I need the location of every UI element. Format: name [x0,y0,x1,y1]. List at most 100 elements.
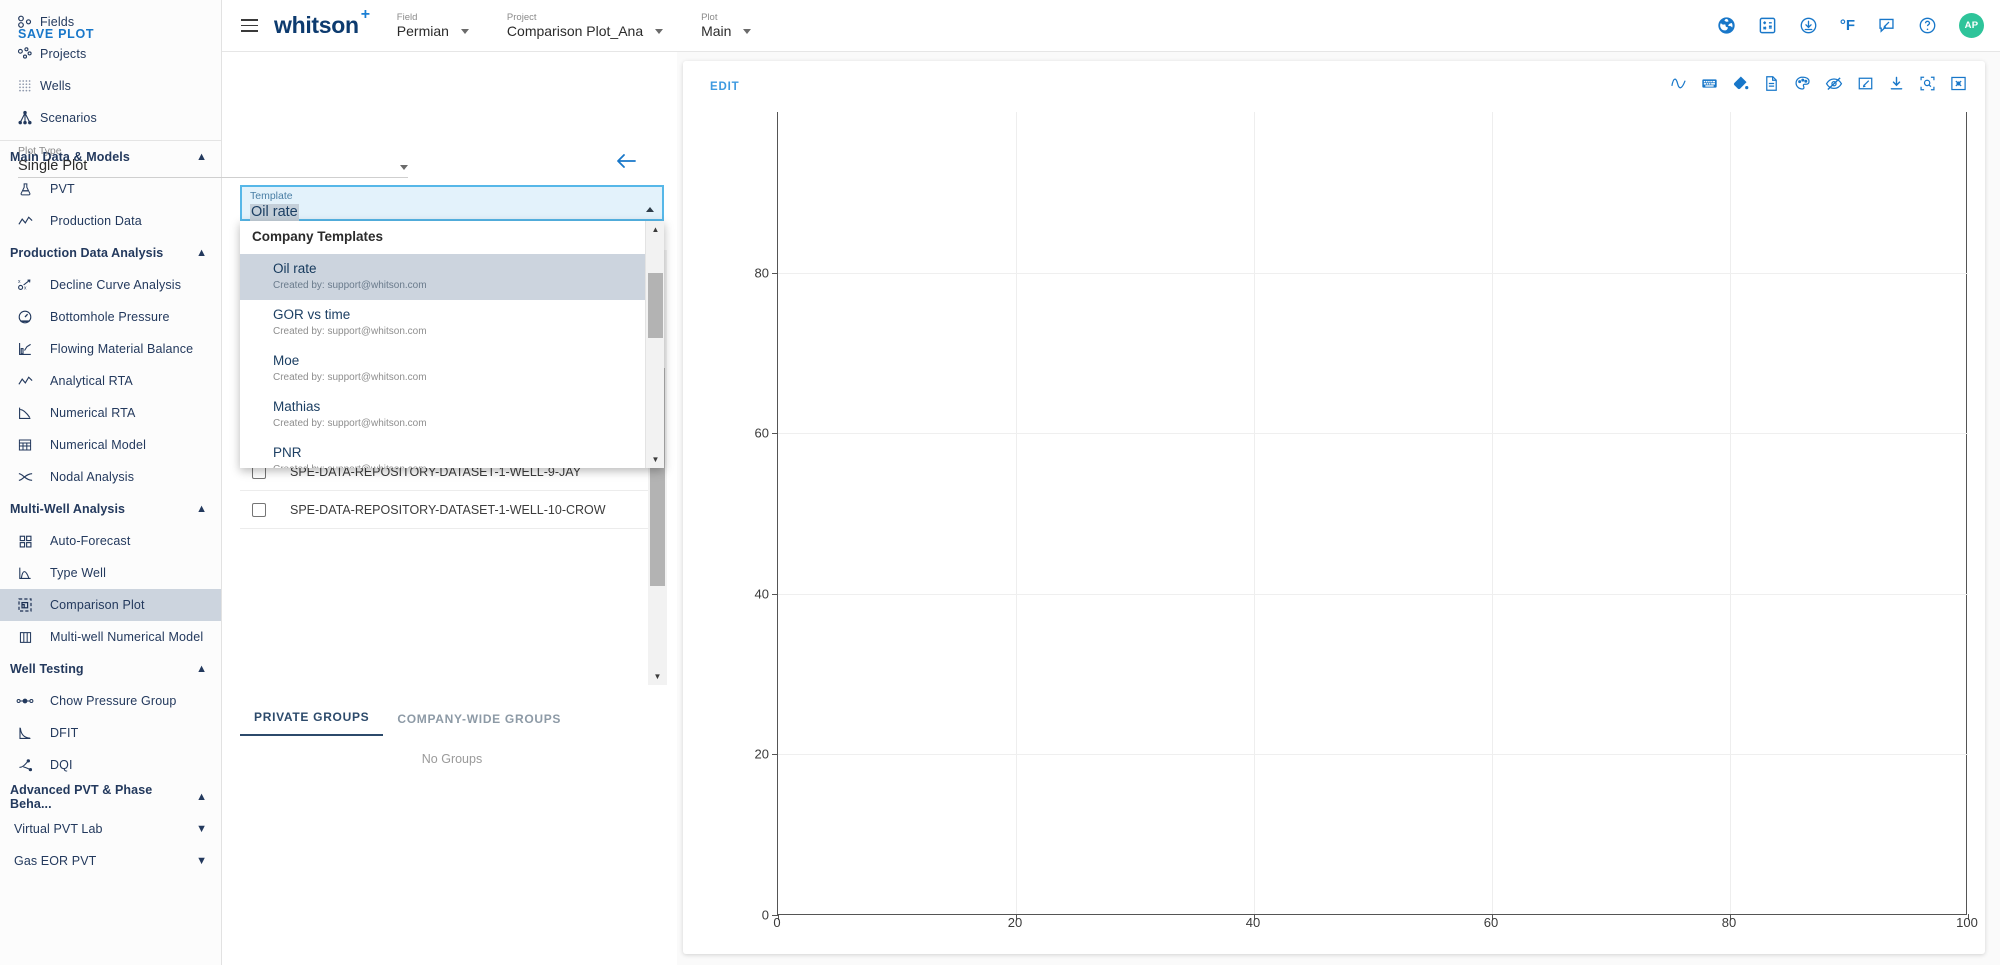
temperature-unit-toggle[interactable]: °F [1840,17,1855,34]
template-option[interactable]: PNR Created by: support@whitson.com [240,438,664,468]
template-input[interactable]: Oil rate [250,204,299,221]
field-selector-caption: Field [396,12,418,23]
template-option[interactable]: Moe Created by: support@whitson.com [240,346,664,392]
scroll-down-arrow-icon[interactable]: ▼ [648,668,667,685]
sidebar-item-label: Projects [40,47,87,61]
sidebar-group-gas-eor-pvt[interactable]: Gas EOR PVT ▼ [0,845,221,877]
project-selector-value: Comparison Plot_Ana [506,23,644,39]
tab-private-groups[interactable]: PRIVATE GROUPS [240,710,384,736]
tick-label-x: 20 [1007,915,1023,930]
chart-canvas[interactable]: 0 20 40 60 80 100 0 20 40 60 80 [721,103,1978,941]
sidebar-item-label: Analytical RTA [50,374,133,388]
sidebar-item-multi-well-numerical-model[interactable]: Multi-well Numerical Model [0,621,221,653]
sidebar-group-label: Advanced PVT & Phase Beha... [10,783,153,811]
gridline-horizontal [778,272,1968,274]
sidebar-group-label: Gas EOR PVT [14,854,97,868]
template-dropdown-scrollbar[interactable]: ▲ ▼ [645,221,664,468]
gridline-vertical [1730,112,1731,915]
tick-label-x: 80 [1721,915,1737,930]
sidebar-item-wells[interactable]: Wells [0,70,221,102]
decline-curve-icon: x x [10,277,40,293]
globe-icon[interactable] [1717,16,1736,35]
fit-screen-icon[interactable] [1950,75,1967,92]
feedback-icon[interactable] [1877,16,1896,35]
comparison-plot-icon [10,597,40,613]
fill-bucket-icon[interactable] [1732,75,1749,92]
sidebar-item-numerical-rta[interactable]: Numerical RTA [0,397,221,429]
chevron-up-icon: ▲ [196,662,207,675]
eye-off-icon[interactable] [1825,75,1843,92]
download-icon[interactable] [1888,75,1905,92]
area-chart-icon [10,405,40,421]
sidebar-item-comparison-plot[interactable]: Comparison Plot [0,589,221,621]
scroll-down-arrow-icon[interactable]: ▼ [646,451,664,468]
chevron-up-icon: ▲ [196,502,207,515]
sidebar-item-numerical-model[interactable]: Numerical Model [0,429,221,461]
template-dropdown-menu[interactable]: Company Templates Oil rate Created by: s… [240,221,664,468]
sidebar-item-dfit[interactable]: DFIT [0,717,221,749]
tab-company-wide-groups[interactable]: COMPANY-WIDE GROUPS [383,712,575,736]
menu-toggle-icon[interactable] [232,9,266,43]
scenarios-icon [10,110,40,126]
scrollbar-thumb[interactable] [648,273,663,338]
sidebar-group-virtual-pvt-lab[interactable]: Virtual PVT Lab ▼ [0,813,221,845]
user-avatar[interactable]: AP [1959,13,1984,38]
sidebar-item-label: Flowing Material Balance [50,342,194,356]
sidebar-item-type-well[interactable]: Type Well [0,557,221,589]
scroll-up-arrow-icon[interactable]: ▲ [646,221,664,238]
download-icon[interactable] [1799,16,1818,35]
sidebar-item-label: Nodal Analysis [50,470,135,484]
sidebar-item-decline-curve-analysis[interactable]: x x Decline Curve Analysis [0,269,221,301]
sidebar-group-multi-well-analysis[interactable]: Multi-Well Analysis ▲ [0,493,221,525]
help-icon[interactable] [1918,16,1937,35]
sidebar-item-analytical-rta[interactable]: Analytical RTA [0,365,221,397]
sidebar-item-nodal-analysis[interactable]: Nodal Analysis [0,461,221,493]
tick-y [772,754,778,756]
sidebar-item-label: Multi-well Numerical Model [50,630,204,644]
table-row[interactable]: SPE-DATA-REPOSITORY-DATASET-1-WELL-10-CR… [240,491,664,529]
edit-plot-button[interactable]: EDIT [710,81,739,93]
template-caption: Template [250,190,293,202]
calculator-icon[interactable] [1758,16,1777,35]
plot-selector[interactable]: Plot Main [701,12,752,39]
zoom-select-icon[interactable] [1919,75,1936,92]
field-selector[interactable]: Field Permian [397,12,469,39]
sidebar-item-projects[interactable]: Projects [0,38,221,70]
palette-icon[interactable] [1794,75,1811,92]
decay-curve-icon [10,725,40,741]
tick-label-x: 100 [1956,915,1978,930]
gridline-vertical [1016,112,1017,915]
plot-type-select[interactable]: Plot Type Single Plot [18,145,408,178]
tick-y [772,272,778,274]
keyboard-icon[interactable] [1701,75,1718,92]
sidebar-group-well-testing[interactable]: Well Testing ▲ [0,653,221,685]
sidebar-item-flowing-material-balance[interactable]: Flowing Material Balance [0,333,221,365]
sidebar-item-label: Bottomhole Pressure [50,310,170,324]
document-icon[interactable] [1763,75,1780,92]
field-selector-value: Permian [396,23,449,39]
sidebar-item-dqi[interactable]: DQI [0,749,221,781]
project-selector[interactable]: Project Comparison Plot_Ana [506,12,664,39]
template-option[interactable]: Mathias Created by: support@whitson.com [240,392,664,438]
sidebar-item-chow-pressure-group[interactable]: Chow Pressure Group [0,685,221,717]
template-option[interactable]: Oil rate Created by: support@whitson.com [240,254,664,300]
sidebar-item-label: Type Well [50,566,107,580]
sidebar-item-auto-forecast[interactable]: Auto-Forecast [0,525,221,557]
save-plot-button[interactable]: SAVE PLOT [18,27,94,41]
curve-icon[interactable] [1670,75,1687,92]
chevron-up-icon[interactable] [646,207,654,212]
gridline-horizontal [778,754,1968,756]
sidebar-item-scenarios[interactable]: Scenarios [0,102,221,134]
sidebar-group-advanced-pvt[interactable]: Advanced PVT & Phase Beha... ▲ [0,781,221,813]
template-option-subtitle: Created by: support@whitson.com [273,462,664,468]
sidebar-item-bottomhole-pressure[interactable]: Bottomhole Pressure [0,301,221,333]
template-option[interactable]: GOR vs time Created by: support@whitson.… [240,300,664,346]
annotate-icon[interactable] [1857,75,1874,92]
well-checkbox[interactable] [252,502,266,517]
chevron-down-icon: ▼ [196,854,207,867]
sidebar-group-production-data-analysis[interactable]: Production Data Analysis ▲ [0,237,221,269]
template-select[interactable]: Template Oil rate [240,185,664,221]
four-squares-icon [10,534,40,549]
back-arrow-icon[interactable] [615,152,637,174]
sidebar-item-production-data[interactable]: Production Data [0,205,221,237]
